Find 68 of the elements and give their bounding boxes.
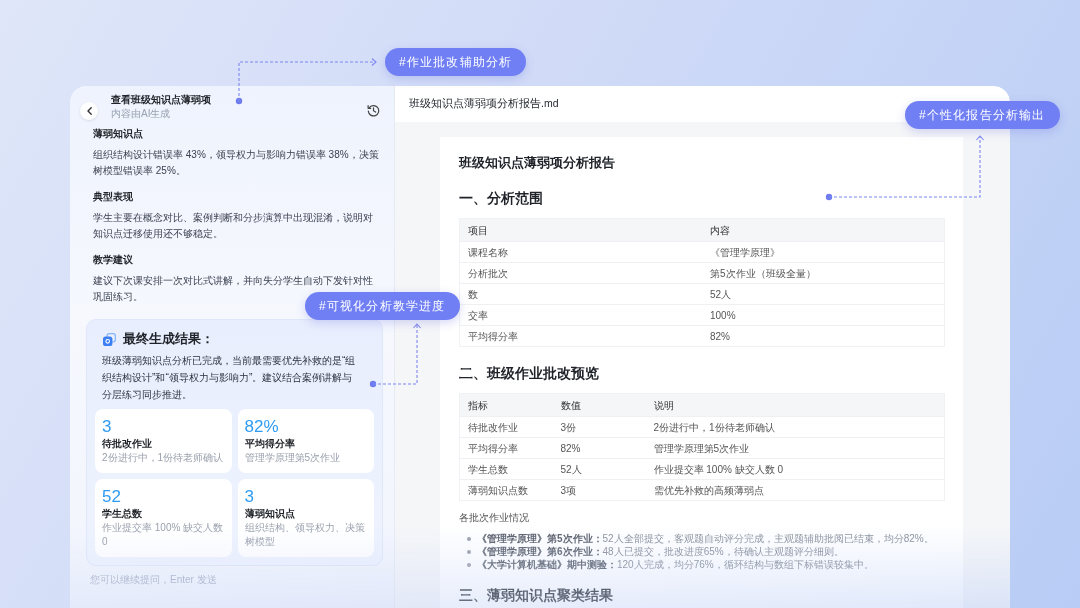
back-button[interactable] [80,102,98,120]
stat-note: 组织结构、领导权力、决策树模型 [244,521,366,549]
section-heading: 一、分析范围 [459,190,544,208]
table-cell: 第5次作业（班级全量） [702,262,945,284]
section-heading: 二、班级作业批改预览 [459,365,600,383]
stat-value: 3 [244,487,255,507]
table-cell: 学生总数 [459,458,553,480]
stat-label: 待批改作业 [102,437,153,451]
file-name: 班级知识点薄弱项分析报告.md [409,96,559,112]
table-cell: 平均得分率 [459,325,702,347]
list-item-text: 《管理学原理》第6次作业：48人已提交，批改进度65%，待确认主观题评分细则。 [477,545,844,558]
table-cell: 待批改作业 [459,416,553,438]
table-cell: 52人 [552,458,646,480]
bullet-icon [467,537,471,541]
table-cell: 课程名称 [459,241,702,263]
report-title: 班级知识点薄弱项分析报告 [459,155,616,172]
table-cell: 分析批次 [459,262,702,284]
table-cell: 薄弱知识点数 [459,479,553,501]
stat-value: 52 [102,487,122,507]
stat-label: 平均得分率 [244,437,296,451]
table-cell: 作业提交率 100% 缺交人数 0 [645,458,945,480]
leader-line [369,323,422,388]
table-cell: 2份进行中，1份待老师确认 [645,416,945,438]
column-header: 指标 [459,393,553,417]
ai-generated-note: 内容由AI生成 [111,107,172,121]
stat-value: 82% [244,417,280,437]
stat-note: 作业提交率 100% 缺交人数 0 [102,521,225,549]
feature-tag: #个性化报告分析输出 [905,101,1060,129]
section-heading: 薄弱知识点 [93,127,144,141]
bullet-icon [467,563,471,567]
section-heading: 三、薄弱知识点聚类结果 [459,587,614,605]
table-cell: 《管理学原理》 [702,241,945,263]
section-text: 组织结构设计错误率 43%，领导权力与影响力错误率 38%，决策树模型错误率 25%。 [93,148,380,178]
table-cell: 平均得分率 [459,437,553,459]
table-cell: 交率 [459,304,702,326]
feature-tag: #可视化分析教学进度 [305,292,460,320]
list-heading: 各批次作业情况 [459,511,530,525]
table-cell: 3项 [552,479,646,501]
chat-title: 查看班级知识点薄弱项 [111,93,211,107]
list-item-text: 《大学计算机基础》期中测验：120人完成，均分76%，循环结构与数组下标错误较集中。 [477,558,874,571]
section-heading: 教学建议 [93,253,134,267]
table-cell: 3份 [552,416,646,438]
chevron-left-icon [86,107,92,115]
stat-value: 3 [102,417,113,437]
column-header: 说明 [645,393,945,417]
table-cell: 100% [702,304,945,326]
table-cell: 82% [552,437,646,459]
stat-label: 学生总数 [102,507,143,521]
stat-note: 管理学原理第5次作业 [244,451,342,465]
table-cell: 52人 [702,283,945,305]
column-header: 数值 [552,393,646,417]
feature-tag: #作业批改辅助分析 [385,48,527,76]
table-cell: 数 [459,283,702,305]
stat-note: 2份进行中，1份待老师确认 [102,451,225,465]
stat-label: 薄弱知识点 [244,507,296,521]
history-icon[interactable] [367,104,380,117]
table-cell: 管理学原理第5次作业 [645,437,945,459]
section-heading: 典型表现 [93,190,134,204]
column-header: 内容 [702,218,945,242]
result-text: 班级薄弱知识点分析已完成，当前最需要优先补救的是“组织结构设计”和“领导权力与影响力”。建议结合案例讲解与分层练习同步推进。 [102,354,357,402]
stacked-squares-icon [103,332,116,346]
bullet-icon [467,550,471,554]
list-item-text: 《管理学原理》第5次作业：52人全部提交，客观题自动评分完成，主观题辅助批阅已结束，均分82%。 [477,532,934,545]
table-cell: 需优先补救的高频薄弱点 [645,479,945,501]
result-title: 最终生成结果： [123,330,214,348]
section-text: 学生主要在概念对比、案例判断和分步演算中出现混淆，说明对知识点迁移使用还不够稳定。 [93,211,374,241]
table-cell: 82% [702,325,945,347]
column-header: 项目 [459,218,702,242]
